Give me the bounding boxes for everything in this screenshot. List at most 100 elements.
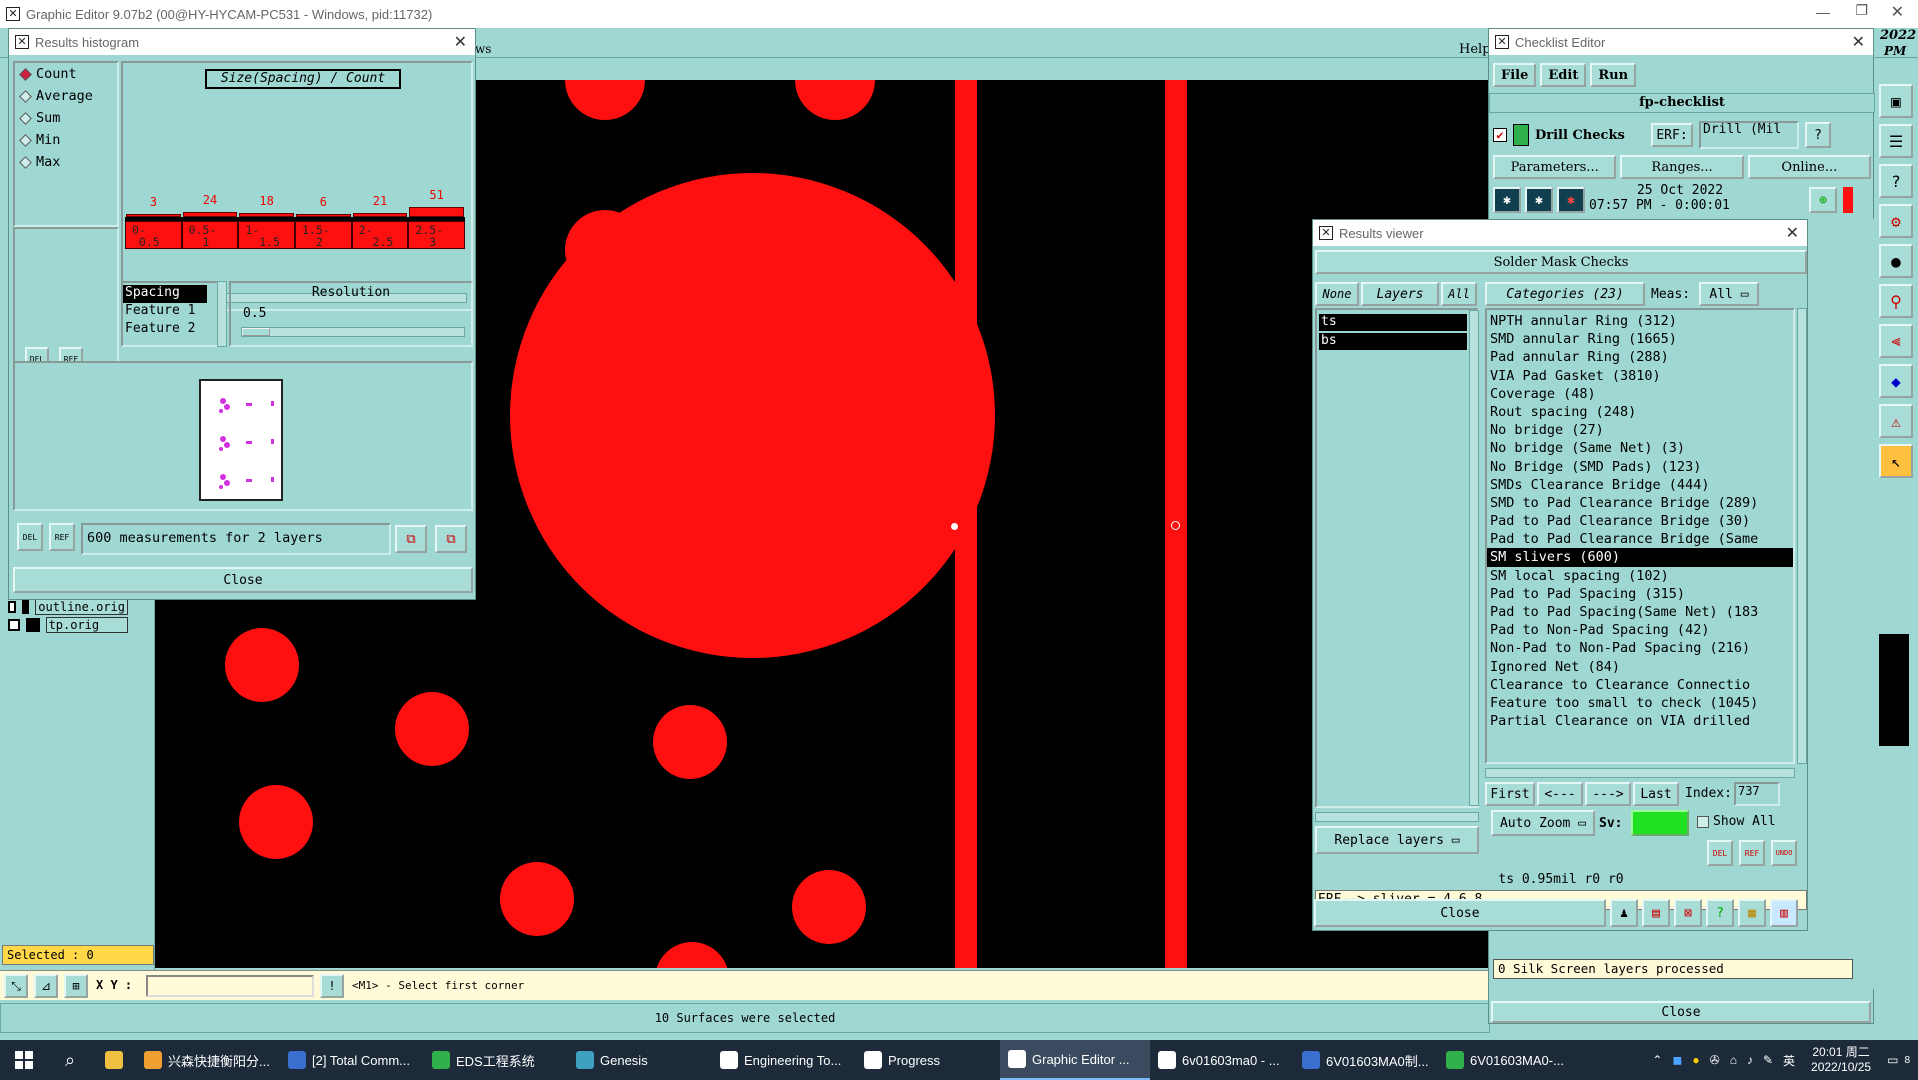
import-icon[interactable]: ⧉ [435, 525, 467, 553]
search-icon[interactable]: ⌕ [48, 1040, 92, 1080]
category-option[interactable]: NPTH annular Ring (312) [1487, 312, 1793, 330]
help-icon[interactable]: ? [1805, 122, 1831, 148]
del-button[interactable]: DEL [17, 523, 43, 551]
pen-icon[interactable]: ✎ [1763, 1053, 1773, 1067]
categories-hscrollbar[interactable] [1485, 768, 1795, 778]
category-option[interactable]: Pad to Pad Clearance Bridge (Same [1487, 530, 1793, 548]
last-button[interactable]: Last [1633, 782, 1679, 806]
run-all-icon[interactable]: ✱ [1525, 187, 1553, 213]
category-option[interactable]: Pad annular Ring (288) [1487, 348, 1793, 366]
close-icon[interactable]: ✕ [1852, 32, 1865, 52]
layer-option[interactable]: ts [1319, 314, 1467, 331]
help-menu[interactable]: Help [1459, 42, 1491, 57]
index-input[interactable]: 737 [1733, 782, 1780, 806]
checklist-button[interactable]: Parameters... [1493, 155, 1617, 179]
preview-thumbnail[interactable] [199, 379, 283, 501]
clear-icon[interactable]: ⊠ [1674, 899, 1702, 927]
radio-icon[interactable] [19, 133, 32, 147]
zoom-icon[interactable]: ⊕ [1809, 187, 1837, 213]
menu-run[interactable]: Run [1590, 63, 1637, 87]
layer-checkbox[interactable] [8, 601, 17, 613]
checklist-button[interactable]: Online... [1747, 155, 1871, 179]
stop-icon[interactable]: ✱ [1557, 187, 1585, 213]
mode-option[interactable]: Count [15, 63, 117, 85]
category-option[interactable]: SM local spacing (102) [1487, 567, 1793, 585]
layers-list[interactable]: ts bs [1315, 308, 1479, 808]
category-option[interactable]: Pad to Pad Spacing(Same Net) (183 [1487, 603, 1793, 621]
del-button[interactable]: DEL [1707, 840, 1733, 866]
ime-indicator[interactable]: 英 [1783, 1052, 1795, 1069]
categories-button[interactable]: Categories (23) [1485, 282, 1645, 306]
radio-icon[interactable] [19, 155, 32, 169]
erf-button[interactable]: ERF: [1651, 123, 1693, 147]
category-option[interactable]: Non-Pad to Non-Pad Spacing (216) [1487, 639, 1793, 657]
ref-button[interactable]: REF [49, 523, 75, 551]
menu-edit[interactable]: Edit [1540, 63, 1587, 87]
taskbar-app[interactable]: [2] Total Comm... [280, 1040, 424, 1080]
histogram-icon[interactable]: ▥ [1770, 899, 1798, 927]
tray-chevron-icon[interactable]: ⌃ [1652, 1053, 1662, 1067]
category-option[interactable]: SMD to Pad Clearance Bridge (289) [1487, 494, 1793, 512]
connect-icon[interactable]: ⚲ [1879, 284, 1913, 318]
category-option[interactable]: Pad to Pad Clearance Bridge (30) [1487, 512, 1793, 530]
radio-icon[interactable] [19, 67, 32, 81]
layer-row[interactable]: tp.orig [8, 616, 128, 634]
replace-layers-dropdown[interactable]: Replace layers ▭ [1315, 826, 1479, 854]
erf-value[interactable]: Drill (Mil [1699, 121, 1799, 149]
close-icon[interactable]: ✕ [1891, 2, 1904, 22]
layers-scrollbar[interactable] [1469, 310, 1479, 806]
network-icon[interactable]: ⌂ [1730, 1053, 1737, 1067]
category-option[interactable]: Feature too small to check (1045) [1487, 694, 1793, 712]
layer-checkbox[interactable] [8, 619, 20, 631]
xy-input[interactable] [146, 975, 314, 997]
mode-option[interactable]: Average [15, 85, 117, 107]
category-option[interactable]: No bridge (Same Net) (3) [1487, 439, 1793, 457]
resolution-slider[interactable] [241, 327, 465, 337]
snap-icon[interactable]: ⤡ [4, 974, 28, 998]
taskbar-app[interactable]: Graphic Editor ... [1000, 1040, 1150, 1080]
taskbar-app[interactable]: 6V01603MA0制... [1294, 1040, 1438, 1080]
run-icon[interactable]: ✱ [1493, 187, 1521, 213]
checklist-close-button[interactable]: Close [1491, 1001, 1871, 1023]
report-icon[interactable]: ▤ [1642, 899, 1670, 927]
attribute-list[interactable]: Spacing Feature 1 Feature 2 [121, 281, 227, 347]
tray-app-icon[interactable]: ◼ [1672, 1053, 1682, 1067]
start-button[interactable] [0, 1040, 48, 1080]
mode-option[interactable]: Min [15, 129, 117, 151]
meas-dropdown[interactable]: All ▭ [1699, 282, 1759, 306]
check-enabled-checkbox[interactable]: ✔ [1493, 128, 1507, 142]
bin-range[interactable]: 0.5- 1 [181, 221, 239, 249]
category-option[interactable]: VIA Pad Gasket (3810) [1487, 367, 1793, 385]
help-query-icon[interactable]: ? [1879, 164, 1913, 198]
menu-file[interactable]: File [1493, 63, 1537, 87]
tray-app-icon[interactable]: ● [1692, 1053, 1699, 1067]
radio-icon[interactable] [19, 89, 32, 103]
taskbar-app[interactable]: Engineering To... [712, 1040, 856, 1080]
measure-icon[interactable]: ⊿ [34, 974, 58, 998]
category-option[interactable]: SM slivers (600) [1487, 548, 1793, 567]
person-icon[interactable]: ♟ [1610, 899, 1638, 927]
clock[interactable]: 20:01 周二 2022/10/25 [1803, 1040, 1879, 1080]
undo-button[interactable]: UNDO [1771, 840, 1797, 866]
bin-range[interactable]: 1- 1.5 [238, 221, 295, 249]
attribute-scrollbar[interactable] [217, 281, 227, 347]
layout-icon[interactable]: ▣ [1879, 84, 1913, 118]
close-icon[interactable]: ✕ [1786, 223, 1799, 243]
prev-button[interactable]: <--- [1537, 782, 1583, 806]
histogram-close-button[interactable]: Close [13, 567, 473, 593]
taskbar-app[interactable]: EDS工程系统 [424, 1040, 568, 1080]
help-doc-icon[interactable]: ? [1706, 899, 1734, 927]
layer-row[interactable]: outline.orig [8, 598, 128, 616]
taskbar-app[interactable]: 6v01603ma0 - ... [1150, 1040, 1294, 1080]
layer-option[interactable]: bs [1319, 333, 1467, 350]
warning-icon[interactable]: ⚠ [1879, 404, 1913, 438]
cursor-tool-icon[interactable]: ↖ [1879, 444, 1913, 478]
bin-range[interactable]: 0- 0.5 [125, 221, 182, 249]
all-button[interactable]: All [1441, 282, 1477, 306]
mode-option[interactable]: Sum [15, 107, 117, 129]
category-option[interactable]: SMDs Clearance Bridge (444) [1487, 476, 1793, 494]
info-icon[interactable]: ! [320, 974, 344, 998]
pad-icon[interactable]: ● [1879, 244, 1913, 278]
bin-range[interactable]: 2- 2.5 [351, 221, 409, 249]
category-option[interactable]: No bridge (27) [1487, 421, 1793, 439]
